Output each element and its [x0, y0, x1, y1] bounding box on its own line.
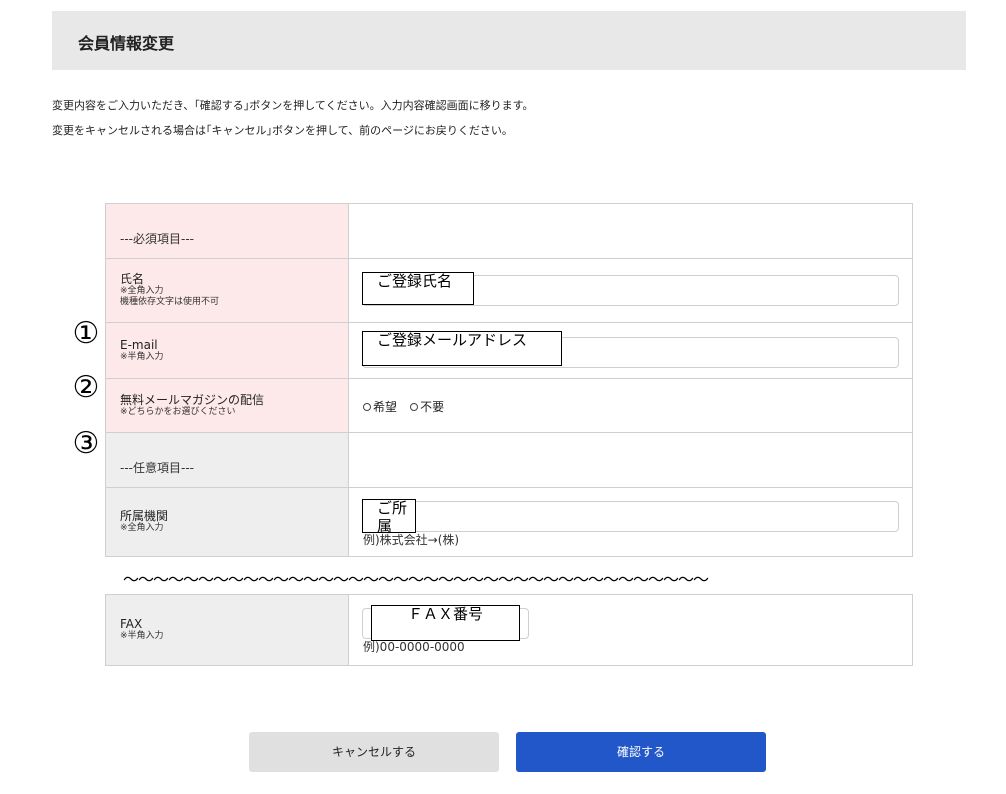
- annotation-marker-3: ③: [72, 426, 100, 461]
- annotation-marker-1: ①: [72, 316, 100, 351]
- email-value-box: ご登録メールアドレス: [362, 331, 562, 366]
- cancel-button[interactable]: キャンセルする: [249, 732, 499, 772]
- email-label: E-mail: [120, 337, 158, 352]
- name-note-charset: 機種依存文字は使用不可: [120, 297, 220, 307]
- radio-circle-icon: [410, 403, 419, 411]
- email-note: ※半角入力: [120, 351, 164, 362]
- optional-section-label: ---任意項目---: [120, 460, 194, 475]
- page-title: 会員情報変更: [78, 34, 175, 53]
- annotation-marker-2: ②: [72, 370, 100, 405]
- newsletter-option-want[interactable]: 希望: [363, 398, 397, 415]
- radio-circle-icon: [363, 403, 371, 411]
- confirm-button[interactable]: 確認する: [516, 732, 766, 772]
- omission-separator: ～～～～～～～～～～～～～～～～～～～～～～～～～～～～～～～～～～～～～～～: [105, 556, 912, 594]
- affiliation-note: ※全角入力: [120, 523, 164, 533]
- newsletter-note: ※どちらかをお選びください: [120, 406, 236, 417]
- member-form-table: ---必須項目--- 氏名 ※全角入力 機種依存文字は使用不可 ご登録氏名 E-…: [105, 203, 913, 557]
- fax-label: FAX: [120, 617, 143, 631]
- fax-value-box: ＦＡＸ番号: [371, 605, 520, 641]
- name-label: 氏名: [120, 272, 145, 286]
- name-note-fullwidth: ※全角入力: [120, 286, 164, 296]
- required-section-row: ---必須項目---: [105, 203, 913, 259]
- fax-note: ※半角入力: [120, 631, 164, 641]
- required-section-label: ---必須項目---: [120, 231, 194, 246]
- optional-section-header: ---任意項目---: [105, 432, 349, 488]
- affiliation-row: 所属機関 ※全角入力 例)株式会社→(株) ご所属: [105, 487, 913, 557]
- optional-section-row: ---任意項目---: [105, 432, 913, 488]
- required-section-header: ---必須項目---: [105, 203, 349, 259]
- omission-wave: ～～～～～～～～～～～～～～～～～～～～～～～～～～～～～～～～～～～～～～～: [123, 570, 709, 589]
- email-row: E-mail ※半角入力 ご登録メールアドレス: [105, 322, 913, 379]
- name-row: 氏名 ※全角入力 機種依存文字は使用不可 ご登録氏名: [105, 258, 913, 323]
- intro-text-1: 変更内容をご入力いただき、｢確認する｣ボタンを押してください。入力内容確認画面に…: [52, 99, 534, 112]
- newsletter-label: 無料メールマガジンの配信: [120, 392, 265, 407]
- fax-table: FAX ※半角入力 例)00-0000-0000 ＦＡＸ番号: [105, 594, 913, 666]
- affiliation-input[interactable]: [362, 501, 899, 532]
- intro-text-2: 変更をキャンセルされる場合は｢キャンセル｣ボタンを押して、前のページにお戻りくだ…: [52, 124, 513, 137]
- affiliation-label: 所属機関: [120, 509, 169, 523]
- newsletter-row: 無料メールマガジンの配信 ※どちらかをお選びください 希望 不要: [105, 378, 913, 433]
- affiliation-value-box: ご所属: [362, 499, 416, 535]
- page-header: 会員情報変更: [52, 11, 966, 70]
- newsletter-option-no[interactable]: 不要: [410, 398, 444, 415]
- fax-row: FAX ※半角入力 例)00-0000-0000 ＦＡＸ番号: [105, 594, 913, 666]
- name-value-box: ご登録氏名: [362, 272, 474, 305]
